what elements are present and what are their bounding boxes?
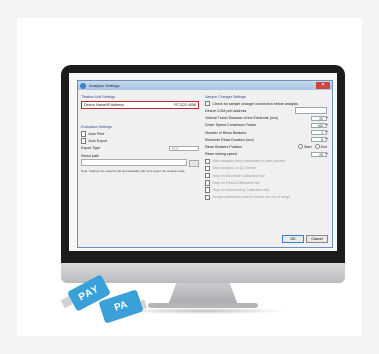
note-text: Note: Starting the analysis will automat…	[81, 169, 186, 174]
device-name-field[interactable]: Device Name/IP Address RT1222 4058	[81, 101, 199, 110]
export-type-label: Export Type	[81, 146, 101, 151]
start-label: Start	[304, 144, 312, 149]
close-icon[interactable]: ✕	[316, 82, 330, 89]
option-qc-row[interactable]: Stop analysis on QC failure	[205, 165, 327, 172]
rinse-duration-label: Electrode Rinse Duration (sec)	[205, 137, 254, 142]
driver-speed-row: Driver Speed Conversion Factor 100	[205, 122, 327, 129]
cancel-button[interactable]: Cancel	[306, 235, 328, 243]
device-name-label: Device Name/IP Address	[84, 103, 124, 108]
option-titrant-row[interactable]: Stop on Titrant Calibration fail	[205, 179, 327, 186]
option-electrode-row[interactable]: Stop on Electrode Calibration fail	[205, 172, 327, 179]
rinse-duration-stepper[interactable]: 5	[311, 137, 327, 143]
option-accept-checkbox[interactable]	[205, 194, 211, 200]
path-row: ...	[81, 159, 199, 168]
browse-button[interactable]: ...	[189, 160, 199, 168]
auto-print-checkbox[interactable]	[81, 131, 87, 137]
app-icon	[80, 82, 86, 89]
rinse-beakers-stepper[interactable]: 1	[311, 130, 327, 136]
rinse-stirring-stepper[interactable]: 20	[311, 151, 327, 157]
option-titrant-checkbox[interactable]	[205, 180, 211, 186]
option-electrode-checkbox[interactable]	[205, 172, 211, 179]
rinse-beakers-label: Number of Rinse Beakers	[205, 130, 247, 135]
option-qc-label: Stop analysis on QC failure	[212, 166, 256, 171]
option-titrant-label: Stop on Titrant Calibration fail	[212, 180, 260, 185]
auto-print-label: Auto Print	[88, 131, 105, 136]
rinse-duration-row: Electrode Rinse Duration (sec) 5	[205, 136, 327, 143]
option-autoleveling-label: Stop on Autoleveling Calibration fail	[212, 188, 269, 193]
title-bar: Analysis Settings ✕	[78, 81, 332, 90]
end-label: End	[320, 144, 327, 149]
end-radio[interactable]	[314, 144, 320, 150]
option-park-row[interactable]: After analysis keep electrodes in park p…	[205, 158, 327, 165]
option-park-label: After analysis keep electrodes in park p…	[212, 159, 286, 164]
option-autoleveling-row[interactable]: Stop on Autoleveling Calibration fail	[205, 186, 327, 193]
vertical-travel-label: Vertical Travel Distance of the Electrod…	[205, 116, 279, 121]
evaluation-header: Evaluation Settings	[81, 124, 112, 129]
com-port-row: Device COM port address	[205, 107, 327, 115]
export-type-select[interactable]: PDF	[169, 145, 199, 151]
titration-unit-header: Titration Unit Settings	[81, 94, 116, 99]
auto-export-checkbox[interactable]	[81, 138, 87, 144]
rinse-stirring-label: Rinse stirring speed	[205, 152, 237, 157]
rinse-position-label: Rinse Beakers Position	[205, 144, 243, 149]
window-title: Analysis Settings	[89, 83, 120, 88]
ok-button[interactable]: OK	[282, 235, 304, 243]
monitor-base	[148, 303, 258, 308]
option-park-checkbox[interactable]	[205, 158, 211, 164]
vertical-travel-row: Vertical Travel Distance of the Electrod…	[205, 115, 327, 122]
monitor-screen: Analysis Settings ✕ Titration Unit Setti…	[69, 73, 337, 251]
start-radio[interactable]	[298, 144, 303, 150]
monitor-stand	[168, 283, 238, 305]
check-connection-label: Check for sample changer connection befo…	[212, 101, 298, 106]
analysis-settings-dialog: Analysis Settings ✕ Titration Unit Setti…	[77, 80, 333, 248]
option-autoleveling-checkbox[interactable]	[205, 187, 211, 193]
check-connection-checkbox[interactable]	[205, 101, 211, 107]
rinse-position-row: Rinse Beakers Position Start End	[205, 143, 327, 150]
auto-export-row[interactable]: Auto Export	[81, 138, 199, 145]
com-port-label: Device COM port address	[205, 108, 247, 113]
export-type-row: Export Type PDF	[81, 145, 199, 152]
option-qc-checkbox[interactable]	[205, 165, 211, 172]
rinse-beakers-row: Number of Rinse Beakers 1	[205, 129, 327, 136]
monitor: Analysis Settings ✕ Titration Unit Setti…	[61, 65, 345, 263]
check-connection-row[interactable]: Check for sample changer connection befo…	[205, 100, 327, 107]
auto-print-row[interactable]: Auto Print	[81, 130, 199, 137]
select-path-label: Select path	[81, 153, 99, 158]
sample-changer-header: Sample Changer Settings	[205, 94, 246, 99]
com-port-select[interactable]	[295, 107, 327, 115]
right-panel: Sample Changer Settings Check for sample…	[205, 93, 327, 201]
rinse-stirring-row: Rinse stirring speed 20	[205, 151, 327, 158]
driver-speed-stepper[interactable]: 100	[311, 122, 327, 128]
path-input[interactable]	[81, 159, 187, 167]
device-name-value: RT1222 4058	[174, 103, 196, 108]
option-electrode-label: Stop on Electrode Calibration fail	[212, 173, 265, 178]
rinse-position-options: Start End	[295, 144, 327, 150]
option-accept-row[interactable]: Accept calibration even if results are o…	[205, 194, 327, 201]
left-panel: Titration Unit Settings Device Name/IP A…	[81, 93, 199, 173]
vertical-travel-stepper[interactable]: 20	[311, 115, 327, 121]
option-accept-label: Accept calibration even if results are o…	[212, 195, 291, 200]
driver-speed-label: Driver Speed Conversion Factor	[205, 123, 257, 128]
auto-export-label: Auto Export	[88, 139, 108, 144]
